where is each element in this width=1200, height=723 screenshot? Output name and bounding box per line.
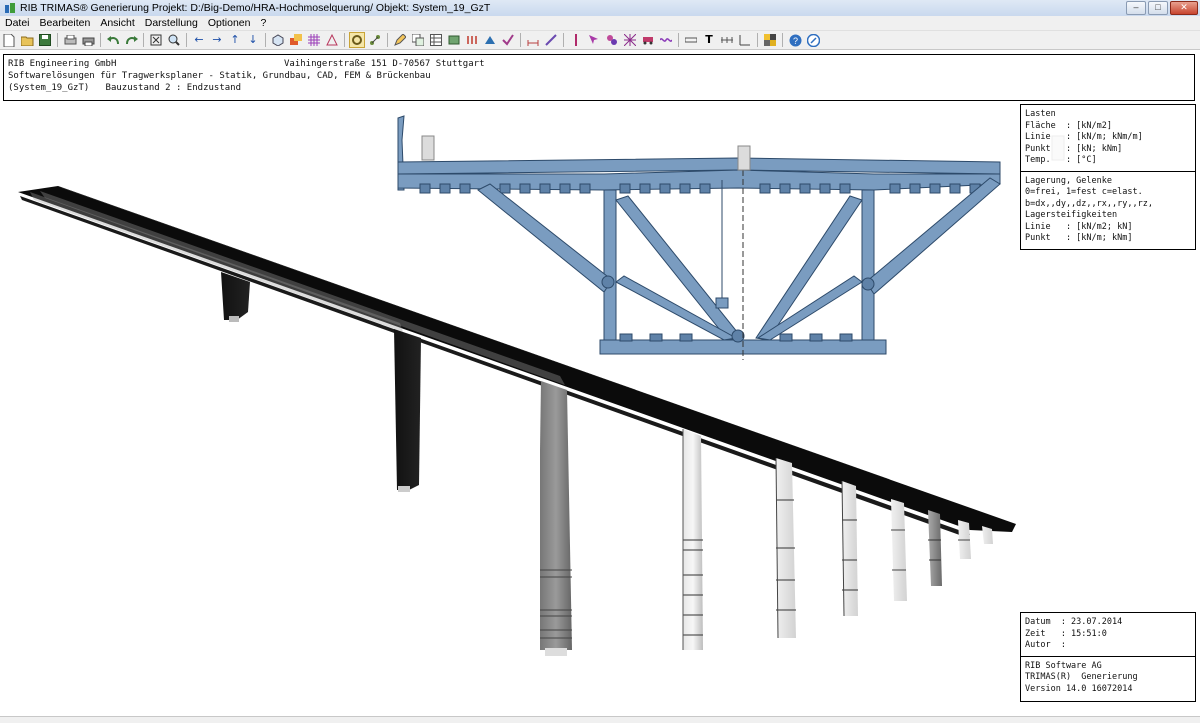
open-folder-icon[interactable]	[20, 33, 34, 47]
select-icon[interactable]	[587, 33, 601, 47]
toolbar-separator	[520, 33, 521, 47]
app-icon	[5, 3, 15, 13]
text-icon[interactable]: T	[702, 33, 716, 47]
check-icon[interactable]	[501, 33, 515, 47]
print-icon[interactable]	[81, 33, 95, 47]
drawing-canvas[interactable]: RIB Engineering GmbH Vaihingerstraße 151…	[0, 50, 1200, 722]
new-file-icon[interactable]	[2, 33, 16, 47]
vehicle-icon[interactable]	[641, 33, 655, 47]
window-title-bar: RIB TRIMAS® Generierung Projekt: D:/Big-…	[0, 0, 1200, 17]
dimension-chain-icon[interactable]	[720, 33, 734, 47]
date-field: Datum : 23.07.2014	[1025, 617, 1123, 627]
toolbar-separator	[757, 33, 758, 47]
title-block: Datum : 23.07.2014 Zeit : 15:51:0 Autor …	[1020, 612, 1196, 702]
legend-line: Fläche : [kN/m2]	[1025, 120, 1112, 131]
maximize-button[interactable]: □	[1148, 1, 1168, 15]
node-link-icon[interactable]	[368, 33, 382, 47]
ruler-icon[interactable]	[684, 33, 698, 47]
legend-panel: Lasten Fläche : [kN/m2] Linie : [kN/m; k…	[1020, 104, 1196, 250]
legend-line: Linie : [kN/m2; kN]	[1025, 221, 1133, 232]
arrow-up-icon[interactable]: ↑	[228, 33, 242, 47]
company-field: RIB Software AG	[1025, 660, 1102, 671]
dimension-icon[interactable]	[526, 33, 540, 47]
toolbar-separator	[143, 33, 144, 47]
zoom-icon[interactable]	[167, 33, 181, 47]
toolbar-separator	[387, 33, 388, 47]
menu-bearbeiten[interactable]: Bearbeiten	[35, 17, 96, 29]
rotate-view-icon[interactable]	[349, 32, 365, 48]
legend-line: Lagerung, Gelenke	[1025, 175, 1112, 186]
bridge-cross-section	[397, 115, 1065, 360]
version-field: Version 14.0 16072014	[1025, 683, 1133, 694]
menu-datei[interactable]: Datei	[0, 17, 35, 29]
support-icon[interactable]	[483, 33, 497, 47]
legend-loads: Lasten Fläche : [kN/m2] Linie : [kN/m; k…	[1021, 105, 1195, 171]
toolbar-separator	[186, 33, 187, 47]
toolbar-separator	[100, 33, 101, 47]
legend-line: Punkt : [kN/m; kNm]	[1025, 233, 1133, 243]
save-icon[interactable]	[38, 33, 52, 47]
author-field: Autor :	[1025, 640, 1066, 650]
legend-line: Lagersteifigkeiten	[1025, 210, 1118, 220]
layers-icon[interactable]	[289, 33, 303, 47]
measure-icon[interactable]	[544, 33, 558, 47]
menu-ansicht[interactable]: Ansicht	[95, 17, 139, 29]
legend-line: b=dx,,dy,,dz,,rx,,ry,,rz,	[1025, 198, 1153, 209]
legend-supports: Lagerung, Gelenke 0=frei, 1=fest c=elast…	[1021, 170, 1195, 249]
view-3d-icon[interactable]	[271, 33, 285, 47]
copy-icon[interactable]	[411, 33, 425, 47]
window-title: RIB TRIMAS® Generierung Projekt: D:/Big-…	[20, 2, 491, 14]
toolbar-separator	[782, 33, 783, 47]
print-preview-icon[interactable]	[63, 33, 77, 47]
svg-text:?: ?	[792, 36, 797, 46]
wave-icon[interactable]	[659, 33, 673, 47]
window-controls: – □ ✕	[1126, 0, 1198, 16]
arrow-down-icon[interactable]: ↓	[246, 33, 260, 47]
title-block-meta: Datum : 23.07.2014 Zeit : 15:51:0 Autor …	[1021, 613, 1195, 656]
legend-line: Temp. : [°C]	[1025, 155, 1097, 165]
legend-line: 0=frei, 1=fest c=elast.	[1025, 187, 1143, 197]
toolbar-separator	[57, 33, 58, 47]
menu-help[interactable]: ?	[256, 17, 272, 29]
menu-darstellung[interactable]: Darstellung	[140, 17, 203, 29]
zoom-all-icon[interactable]	[149, 33, 163, 47]
rib-logo-icon[interactable]	[806, 33, 820, 47]
table-icon[interactable]	[429, 33, 443, 47]
help-icon[interactable]: ?	[788, 33, 802, 47]
group-icon[interactable]	[605, 33, 619, 47]
legend-line: Linie : [kN/m; kNm/m]	[1025, 132, 1143, 142]
pencil-icon[interactable]	[393, 33, 407, 47]
time-field: Zeit : 15:51:0	[1025, 628, 1107, 639]
axis-icon[interactable]	[738, 33, 752, 47]
pin-icon[interactable]	[569, 33, 583, 47]
arrow-right-icon[interactable]: →	[210, 33, 224, 47]
close-button[interactable]: ✕	[1170, 1, 1198, 15]
redo-icon[interactable]	[124, 33, 138, 47]
minimize-button[interactable]: –	[1126, 1, 1146, 15]
undo-icon[interactable]	[106, 33, 120, 47]
frame-icon[interactable]	[447, 33, 461, 47]
color-palette-icon[interactable]	[763, 33, 777, 47]
toolbar-separator	[678, 33, 679, 47]
menu-bar: Datei Bearbeiten Ansicht Darstellung Opt…	[0, 16, 1200, 31]
toolbar: ← → ↑ ↓ T ?	[0, 31, 1200, 50]
toolbar-separator	[563, 33, 564, 47]
product-field: TRIMAS(R) Generierung	[1025, 672, 1138, 682]
legend-line: Lasten	[1025, 109, 1056, 119]
title-block-company: RIB Software AG TRIMAS(R) Generierung Ve…	[1021, 655, 1195, 700]
legend-line: Punkt : [kN; kNm]	[1025, 143, 1123, 154]
grid-icon[interactable]	[307, 33, 321, 47]
load-icon[interactable]	[465, 33, 479, 47]
mesh-icon[interactable]	[623, 33, 637, 47]
structure-icon[interactable]	[325, 33, 339, 47]
toolbar-separator	[344, 33, 345, 47]
toolbar-separator	[265, 33, 266, 47]
arrow-left-icon[interactable]: ←	[192, 33, 206, 47]
menu-optionen[interactable]: Optionen	[203, 17, 256, 29]
